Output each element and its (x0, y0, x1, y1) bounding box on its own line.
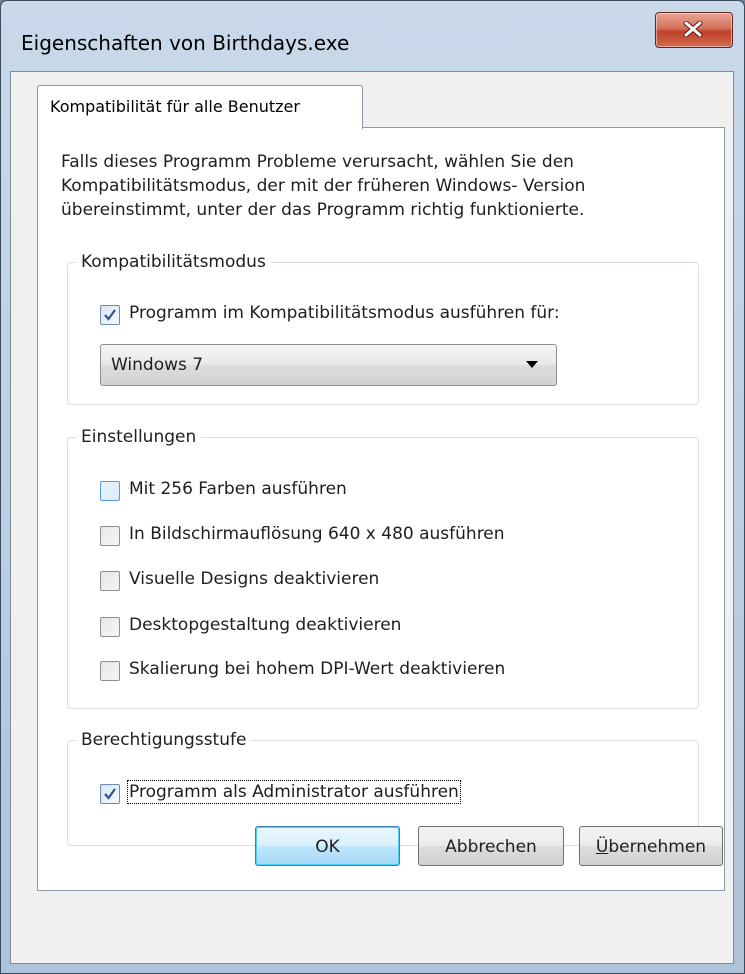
privilege-legend: Berechtigungsstufe (76, 730, 252, 750)
checkbox-visual-designs[interactable] (100, 571, 120, 591)
cancel-button[interactable]: Abbrechen (418, 826, 564, 866)
settings-legend: Einstellungen (76, 427, 202, 447)
option-label-desktop-composition[interactable]: Desktopgestaltung deaktivieren (129, 615, 401, 635)
run-as-admin-label[interactable]: Programm als Administrator ausführen (127, 780, 461, 804)
tab-compatibility-all-users[interactable]: Kompatibilität für alle Benutzer (37, 85, 363, 129)
option-label-dpi-scaling[interactable]: Skalierung bei hohem DPI-Wert deaktivier… (129, 659, 505, 679)
close-button[interactable] (655, 12, 733, 48)
checkbox-256-colors[interactable] (100, 481, 120, 501)
option-label-256-colors[interactable]: Mit 256 Farben ausführen (129, 479, 347, 499)
apply-accelerator: Ü (595, 837, 609, 857)
windows-version-dropdown[interactable]: Windows 7 (100, 344, 557, 386)
option-label-640x480[interactable]: In Bildschirmauflösung 640 x 480 ausführ… (129, 524, 505, 544)
ok-button[interactable]: OK (255, 826, 400, 866)
compat-mode-legend: Kompatibilitätsmodus (76, 252, 271, 272)
title-bar[interactable]: Eigenschaften von Birthdays.exe (1, 1, 744, 79)
intro-line: Falls dieses Programm Probleme verursach… (61, 152, 574, 172)
option-label-visual-designs[interactable]: Visuelle Designs deaktivieren (129, 569, 379, 589)
window-title: Eigenschaften von Birthdays.exe (21, 31, 350, 55)
chevron-down-icon (526, 361, 538, 368)
compat-mode-checkbox[interactable] (100, 305, 120, 325)
intro-text: Falls dieses Programm Probleme verursach… (61, 150, 701, 222)
checkmark-icon (104, 309, 116, 321)
close-icon (683, 21, 703, 37)
intro-line: übereinstimmt, unter der das Programm ri… (61, 200, 585, 220)
checkbox-dpi-scaling[interactable] (100, 661, 120, 681)
checkmark-icon (104, 788, 116, 800)
run-as-admin-checkbox[interactable] (100, 784, 120, 804)
dropdown-selected-value: Windows 7 (111, 355, 204, 375)
checkbox-640x480[interactable] (100, 526, 120, 546)
compat-mode-checkbox-label[interactable]: Programm im Kompatibilitätsmodus ausführ… (129, 303, 560, 323)
apply-button[interactable]: Übernehmen (579, 826, 723, 866)
intro-line: Kompatibilitätsmodus, der mit der früher… (61, 176, 586, 196)
checkbox-desktop-composition[interactable] (100, 617, 120, 637)
tab-label: Kompatibilität für alle Benutzer (50, 97, 300, 116)
apply-label-rest: bernehmen (608, 837, 707, 857)
